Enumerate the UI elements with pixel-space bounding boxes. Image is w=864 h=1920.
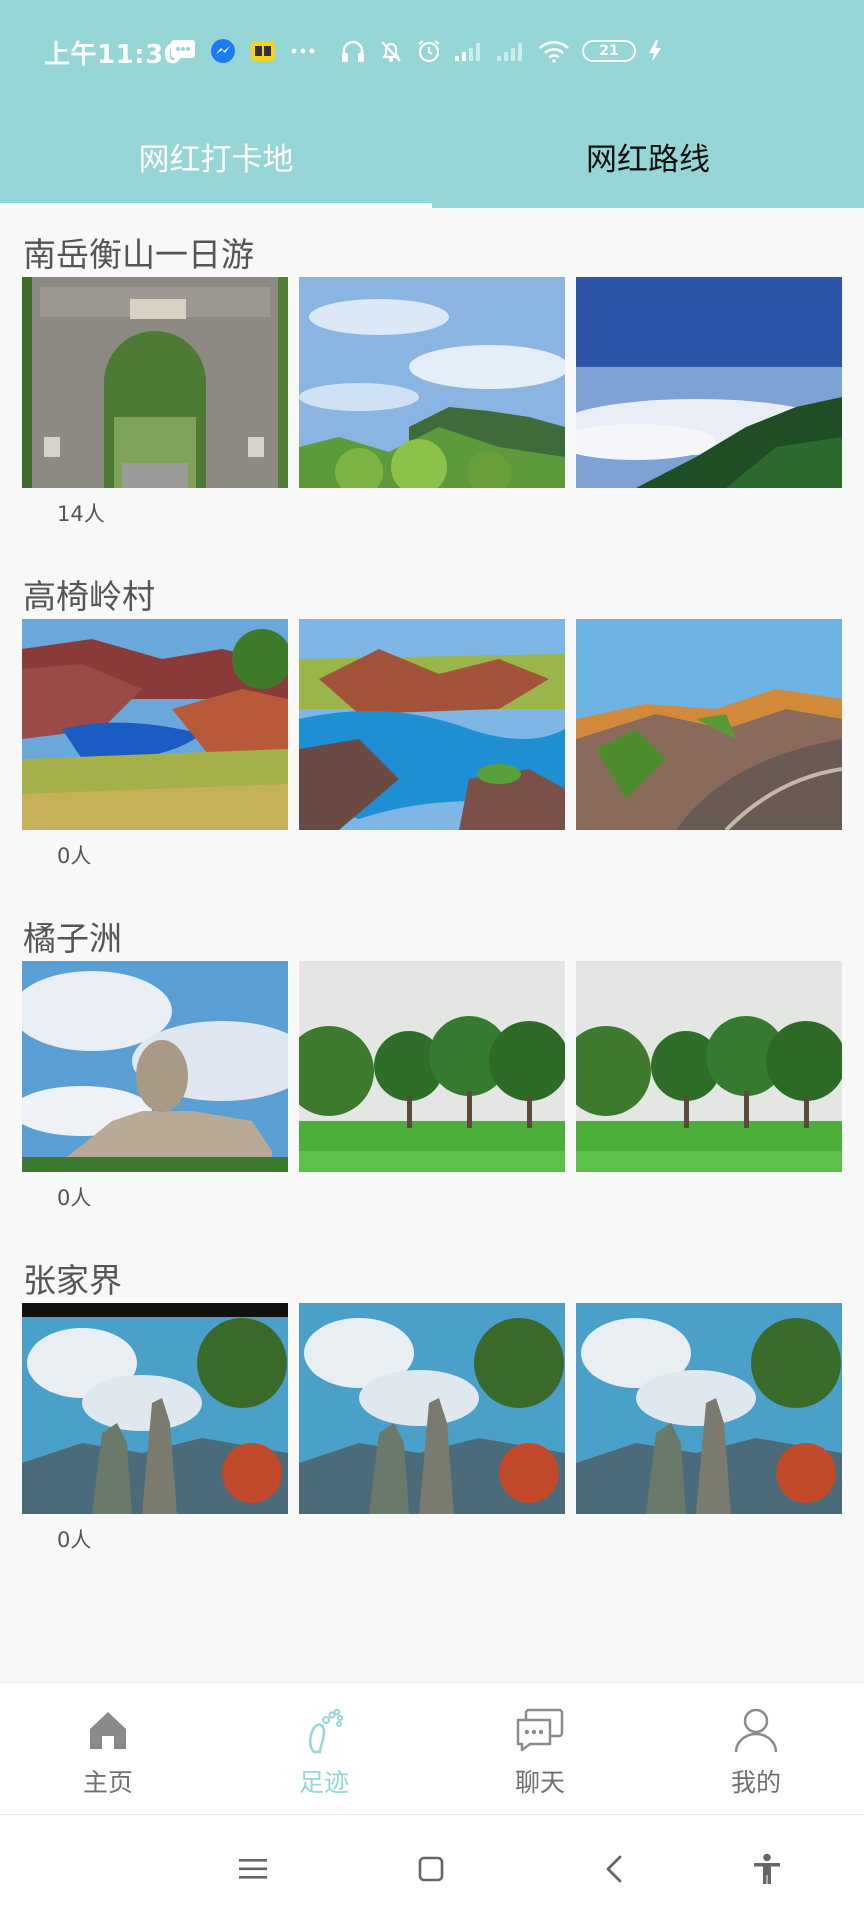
sim-card-icon [250,37,276,65]
bottom-nav: 主页 足迹 聊天 我的 [0,1682,864,1814]
more-dots-icon [290,37,316,65]
nav-item-footprint[interactable]: 足迹 [216,1683,432,1815]
app-header: 上午11:30 21 网红打卡地 网红路线 [0,0,864,208]
photo-row [22,277,842,488]
status-system-icons: 21 [340,36,662,66]
checkin-count: 0人 [57,1186,92,1210]
tab-checkin-spots[interactable]: 网红打卡地 [0,104,432,208]
spot-title: 南岳衡山一日游 [23,235,254,274]
chat-icon [516,1705,564,1755]
zhangjiajie-peaks-photo-2[interactable] [299,1303,565,1514]
battery-icon: 21 [582,40,636,62]
message-icon [170,37,196,65]
red-rock-lake-photo-2[interactable] [299,619,565,830]
status-bar: 上午11:30 21 [0,0,864,104]
tab-popular-routes[interactable]: 网红路线 [432,104,864,208]
signal-icon [454,37,484,65]
headphones-icon [340,37,366,65]
nav-item-me[interactable]: 我的 [648,1683,864,1815]
list-item[interactable]: 南岳衡山一日游 14人 [0,208,864,548]
list-item[interactable]: 张家界 0人 [0,1234,864,1574]
person-icon [732,1705,780,1755]
spot-title: 高椅岭村 [23,577,155,616]
green-lawn-trees-photo-2[interactable] [576,961,842,1172]
mute-bell-icon [378,37,404,65]
green-lawn-trees-photo[interactable] [299,961,565,1172]
photo-row [22,619,842,830]
zhangjiajie-peaks-photo-3[interactable] [576,1303,842,1514]
photo-row [22,1303,842,1514]
status-time: 上午11:30 [44,40,183,70]
spot-title: 橘子洲 [23,919,122,958]
red-rock-lake-photo[interactable] [22,619,288,830]
nav-item-home[interactable]: 主页 [0,1683,216,1815]
stone-arch-gate-photo[interactable] [22,277,288,488]
checkin-count: 0人 [57,1528,92,1552]
photo-row [22,961,842,1172]
top-tabs: 网红打卡地 网红路线 [0,104,864,208]
checkin-count: 0人 [57,844,92,868]
footprint-icon [300,1705,348,1755]
nav-label-footprint: 足迹 [298,1768,349,1797]
list-item[interactable]: 高椅岭村 0人 [0,550,864,890]
home-icon [84,1705,132,1755]
messenger-icon [210,37,236,65]
red-rock-ridge-photo[interactable] [576,619,842,830]
nav-label-chat: 聊天 [514,1768,565,1797]
accessibility-icon[interactable] [747,1849,787,1889]
nav-label-home: 主页 [82,1768,133,1797]
home-square-icon[interactable] [411,1849,451,1889]
system-nav-bar [0,1814,864,1920]
spot-list[interactable]: 南岳衡山一日游 14人 高椅岭村 0人 橘子洲 0人 张家界 0人 [0,208,864,1682]
signal-weak-icon [496,37,526,65]
charging-icon [648,37,662,65]
menu-icon[interactable] [233,1849,273,1889]
back-icon[interactable] [594,1849,634,1889]
wifi-icon [538,37,570,65]
nav-item-chat[interactable]: 聊天 [432,1683,648,1815]
nav-label-me: 我的 [730,1768,781,1797]
list-item[interactable]: 橘子洲 0人 [0,892,864,1232]
checkin-count: 14人 [57,502,105,526]
spot-title: 张家界 [23,1261,122,1300]
mao-statue-photo[interactable] [22,961,288,1172]
status-notification-icons [170,36,316,66]
alarm-icon [416,37,442,65]
zhangjiajie-peaks-photo[interactable] [22,1303,288,1514]
sea-of-clouds-photo[interactable] [576,277,842,488]
mountain-peak-sky-photo[interactable] [299,277,565,488]
